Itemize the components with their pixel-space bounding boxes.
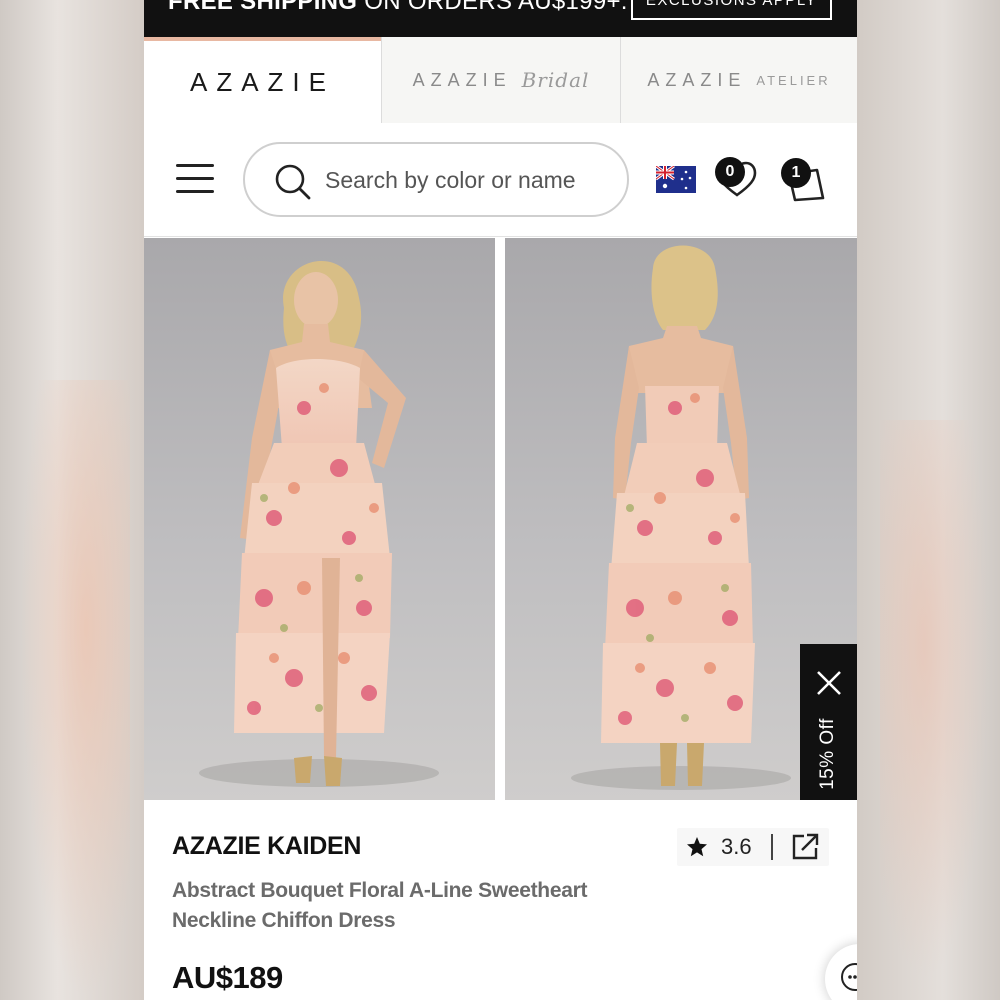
search-bar[interactable]: [243, 142, 629, 217]
promo-text-bold: FREE SHIPPING: [168, 0, 358, 15]
bridal-logo-main: AZAZIE: [412, 69, 512, 90]
product-description: Abstract Bouquet Floral A-Line Sweethear…: [172, 879, 588, 932]
wishlist-button[interactable]: 0: [713, 157, 761, 199]
promo-bar: FREE SHIPPING ON ORDERS AU$199+. EXCLUSI…: [144, 0, 857, 37]
cart-button[interactable]: 1: [777, 156, 829, 204]
product-price: AU$189: [172, 960, 283, 995]
azazie-logo: AZAZIE: [189, 66, 335, 97]
rating-box: 3.6: [677, 828, 829, 866]
australia-flag-icon[interactable]: [656, 166, 696, 193]
product-info: AZAZIE KAIDEN Abstract Bouquet Floral A-…: [144, 800, 857, 1000]
star-icon: [687, 837, 707, 857]
product-name: AZAZIE KAIDEN: [172, 832, 362, 860]
rating-value[interactable]: 3.6: [721, 834, 752, 860]
tab-azazie-bridal[interactable]: AZAZIE Bridal: [381, 37, 620, 123]
promo-text: FREE SHIPPING ON ORDERS AU$199+.: [168, 0, 628, 16]
tab-azazie-atelier[interactable]: AZAZIE ATELIER: [620, 37, 857, 123]
atelier-logo-main: AZAZIE: [647, 69, 747, 90]
discount-label: 15% Off: [817, 718, 838, 790]
brand-tabs: AZAZIE AZAZIE Bridal AZAZIE ATELIER: [144, 37, 857, 123]
backdrop-left: [0, 0, 144, 1000]
product-page: FREE SHIPPING ON ORDERS AU$199+. EXCLUSI…: [144, 0, 857, 1000]
discount-tab[interactable]: 15% Off: [800, 644, 857, 812]
menu-icon[interactable]: [176, 164, 214, 194]
search-icon: [275, 164, 311, 200]
rating-divider: [771, 834, 773, 860]
wishlist-count-badge: 0: [715, 157, 745, 187]
product-gallery: [144, 238, 857, 800]
site-header: 0 1: [144, 123, 857, 237]
promo-text-rest: ON ORDERS AU$199+.: [357, 0, 628, 15]
bridal-logo-script: Bridal: [521, 68, 590, 92]
product-image-front[interactable]: [144, 238, 495, 800]
cart-count-badge: 1: [781, 158, 811, 188]
atelier-logo-sub: ATELIER: [756, 72, 831, 88]
chat-icon: [841, 963, 857, 991]
close-icon[interactable]: [816, 670, 842, 696]
exclusions-button[interactable]: EXCLUSIONS APPLY: [631, 0, 832, 20]
chat-button[interactable]: [825, 944, 857, 1000]
search-input[interactable]: [325, 162, 615, 198]
backdrop-right: [857, 0, 1000, 1000]
share-icon[interactable]: [790, 832, 820, 862]
tab-azazie[interactable]: AZAZIE: [144, 37, 381, 123]
